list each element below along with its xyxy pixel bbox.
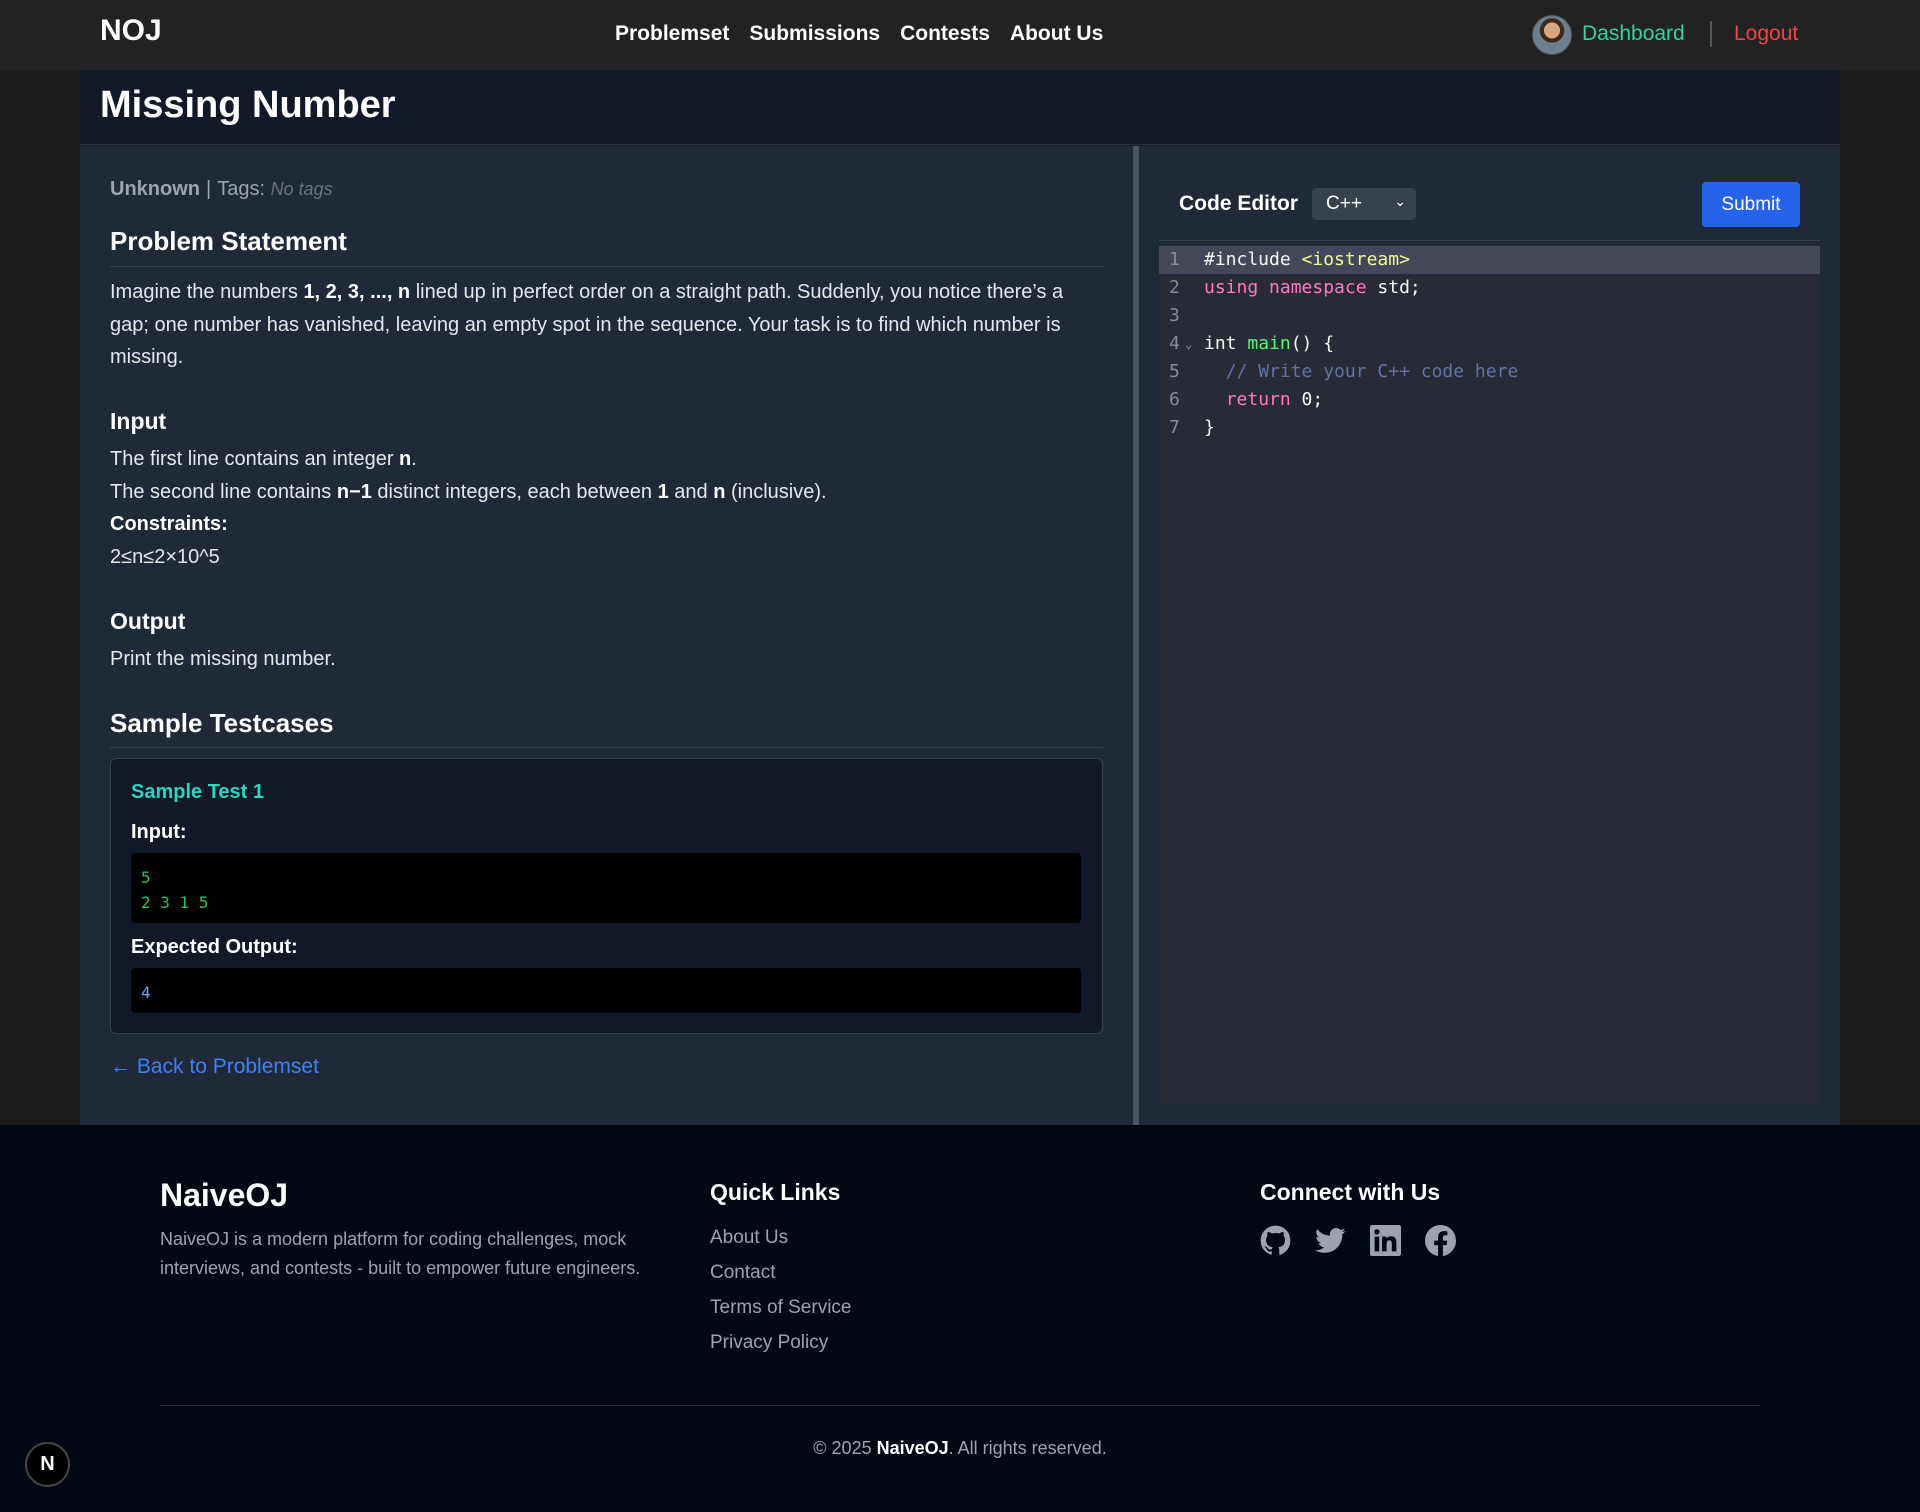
constraints-value: 2≤n≤2×10^5: [110, 546, 220, 568]
problem-panel: Unknown | Tags: No tags Problem Statement …: [80, 146, 1133, 1125]
line-number: 7: [1169, 417, 1180, 438]
output-heading: Output: [110, 608, 186, 634]
connect-heading: Connect with Us: [1260, 1179, 1441, 1205]
twitter-icon[interactable]: [1315, 1225, 1346, 1256]
page-title: Missing Number: [100, 84, 396, 126]
user-avatar[interactable]: [1532, 15, 1572, 55]
sample-output-box: 4: [131, 968, 1081, 1013]
logout-link[interactable]: Logout: [1734, 22, 1798, 46]
sample-testcase-card: Sample Test 1 Input: 5 2 3 1 5 Expected …: [110, 758, 1103, 1034]
sample-output-label: Expected Output:: [131, 936, 298, 958]
difficulty-badge: Unknown: [110, 178, 200, 200]
back-to-problemset-link[interactable]: ← Back to Problemset: [110, 1055, 319, 1079]
code-line: 7 }: [1159, 414, 1820, 442]
divider: [110, 747, 1103, 748]
input-line-1: The first line contains an integer n.: [110, 448, 417, 470]
code-line: 2 using namespace std;: [1159, 274, 1820, 302]
main-nav: Problemset Submissions Contests About Us: [615, 22, 1103, 46]
sample-input-line: 5: [141, 868, 151, 887]
chevron-down-icon: ⌄: [1394, 193, 1406, 209]
sample-input-box: 5 2 3 1 5: [131, 853, 1081, 923]
language-select-value: C++: [1326, 193, 1362, 214]
problem-statement: Imagine the numbers 1, 2, 3, ..., n line…: [110, 281, 1064, 368]
submit-button[interactable]: Submit: [1702, 182, 1800, 227]
line-number: 2: [1169, 277, 1180, 298]
code-text: }: [1204, 417, 1215, 438]
code-line: 3: [1159, 302, 1820, 330]
constraints-label: Constraints:: [110, 513, 228, 535]
nav-divider: [1710, 21, 1712, 47]
quick-links-heading: Quick Links: [710, 1179, 841, 1205]
sample-input-label: Input:: [131, 821, 187, 843]
output-text: Print the missing number.: [110, 648, 336, 670]
linkedin-icon[interactable]: [1370, 1225, 1401, 1256]
line-number: 3: [1169, 305, 1180, 326]
code-text: int main() {: [1204, 333, 1335, 354]
brand-logo[interactable]: NOJ: [100, 14, 162, 48]
code-editor-label: Code Editor: [1179, 192, 1298, 215]
problem-meta: Unknown | Tags: No tags: [110, 178, 333, 200]
language-select[interactable]: C++ ⌄: [1312, 188, 1416, 220]
sample-input-line: 2 3 1 5: [141, 893, 209, 912]
footer-link-privacy[interactable]: Privacy Policy: [710, 1332, 828, 1354]
input-line-2: The second line contains n−1 distinct in…: [110, 481, 827, 503]
tags-label: Tags:: [217, 178, 266, 200]
footer-link-about-us[interactable]: About Us: [710, 1227, 788, 1249]
footer-link-terms[interactable]: Terms of Service: [710, 1297, 851, 1319]
dev-tools-badge[interactable]: N: [25, 1442, 70, 1487]
nav-link-contests[interactable]: Contests: [900, 22, 990, 46]
code-text: // Write your C++ code here: [1225, 361, 1519, 382]
social-links: [1260, 1225, 1456, 1256]
site-footer: NaiveOJ NaiveOJ is a modern platform for…: [0, 1125, 1920, 1512]
code-editor[interactable]: 1 #include <iostream> 2 using namespace …: [1159, 246, 1820, 1104]
sample-title: Sample Test 1: [131, 781, 265, 803]
top-navbar: NOJ Problemset Submissions Contests Abou…: [0, 0, 1920, 70]
input-heading: Input: [110, 408, 167, 434]
statement-heading: Problem Statement: [110, 226, 347, 256]
code-line: 1 #include <iostream>: [1159, 246, 1820, 274]
fold-chevron-icon[interactable]: ⌄: [1185, 330, 1192, 358]
code-line: 6 return 0;: [1159, 386, 1820, 414]
code-text: #include <iostream>: [1204, 249, 1410, 270]
footer-description: NaiveOJ is a modern platform for coding …: [160, 1229, 641, 1278]
line-number: 6: [1169, 389, 1180, 410]
code-line: 4 ⌄ int main() {: [1159, 330, 1820, 358]
divider: [110, 266, 1103, 267]
problem-header: Missing Number: [80, 70, 1840, 145]
code-text: using namespace std;: [1204, 277, 1421, 298]
code-line: 5 // Write your C++ code here: [1159, 358, 1820, 386]
editor-panel: Code Editor C++ ⌄ Submit 1 #include <ios…: [1139, 146, 1840, 1125]
dashboard-link[interactable]: Dashboard: [1582, 22, 1685, 46]
copyright: © 2025 NaiveOJ. All rights reserved.: [813, 1438, 1107, 1458]
tags-value: No tags: [270, 179, 333, 199]
nav-link-problemset[interactable]: Problemset: [615, 22, 729, 46]
nav-link-about-us[interactable]: About Us: [1010, 22, 1103, 46]
divider: [1159, 240, 1820, 241]
footer-brand: NaiveOJ: [160, 1177, 289, 1213]
sample-output-line: 4: [141, 983, 151, 1002]
facebook-icon[interactable]: [1425, 1225, 1456, 1256]
samples-heading: Sample Testcases: [110, 708, 334, 738]
divider: [160, 1405, 1760, 1406]
line-number: 1: [1169, 249, 1180, 270]
code-text: return 0;: [1225, 389, 1324, 410]
github-icon[interactable]: [1260, 1225, 1291, 1256]
nav-link-submissions[interactable]: Submissions: [749, 22, 880, 46]
line-number: 5: [1169, 361, 1180, 382]
footer-link-contact[interactable]: Contact: [710, 1262, 775, 1284]
